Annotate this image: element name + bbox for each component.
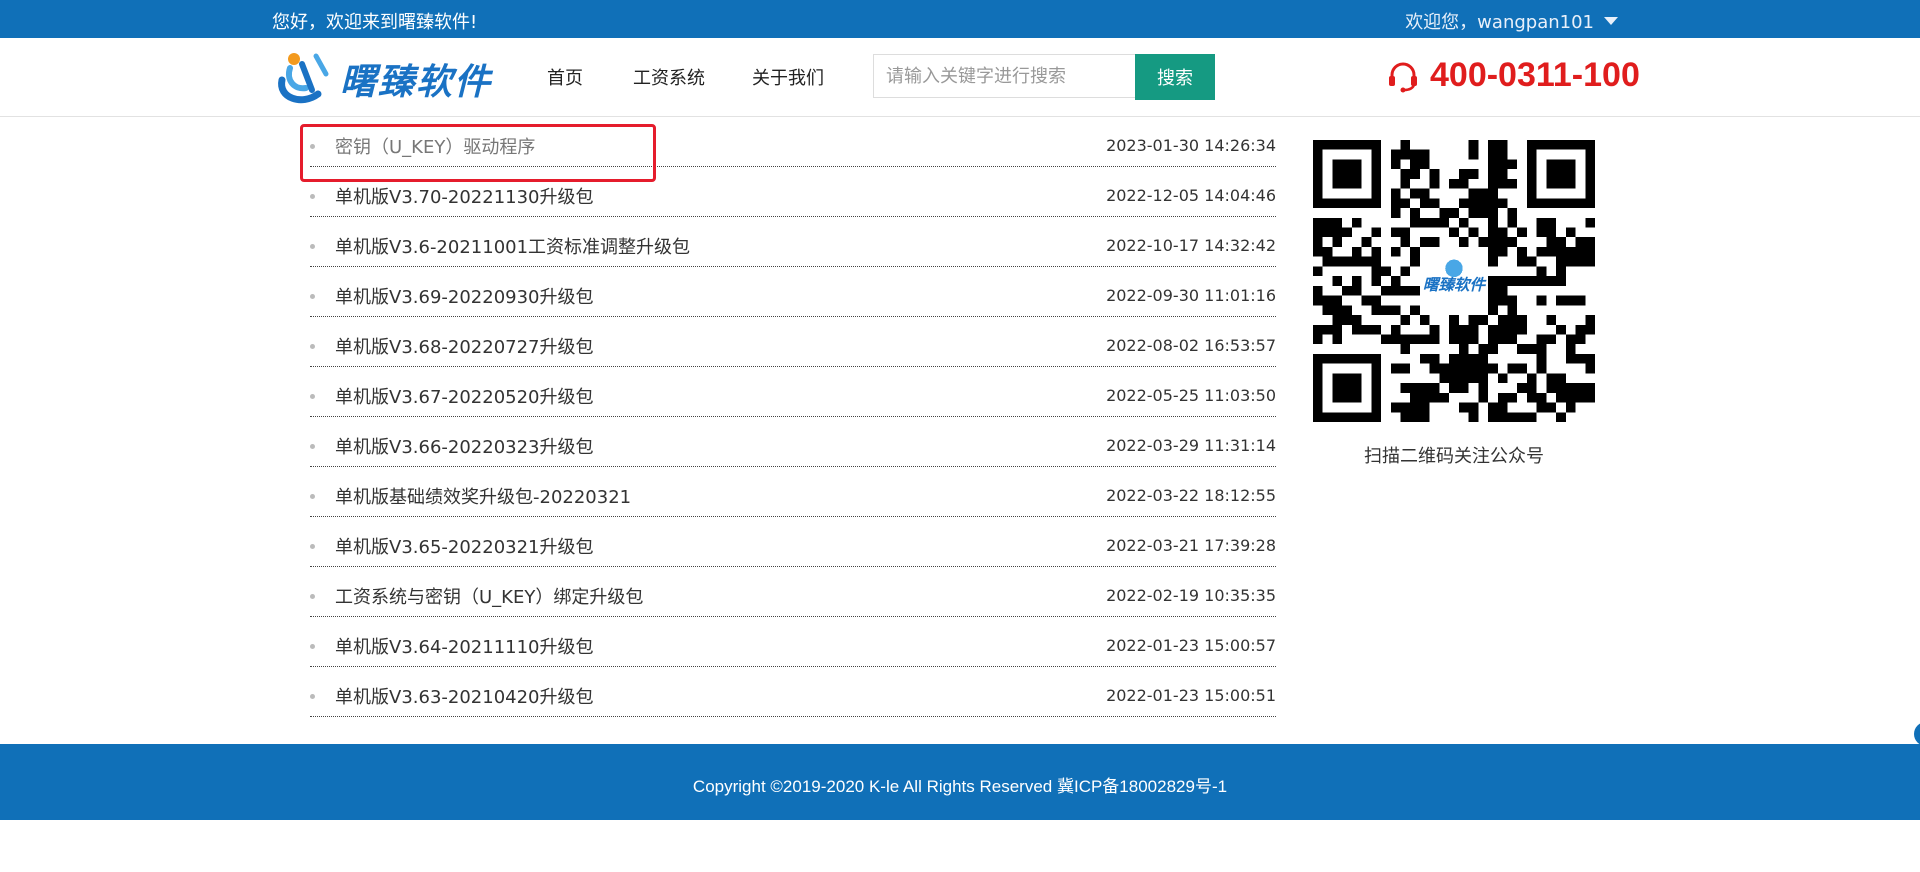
bullet-icon [310,294,315,299]
bullet-icon [310,144,315,149]
publish-date: 2023-01-30 14:26:34 [1106,136,1276,155]
publish-date: 2022-10-17 14:32:42 [1106,236,1276,255]
list-item[interactable]: 单机版基础绩效奖升级包-20220321 2022-03-22 18:12:55 [310,467,1276,517]
search-button[interactable]: 搜索 [1135,54,1215,100]
qr-code: 曙臻软件 [1313,140,1595,422]
download-title[interactable]: 单机版V3.65-20220321升级包 [335,533,594,559]
bullet-icon [310,444,315,449]
phone-number: 400-0311-100 [1430,56,1640,94]
download-title[interactable]: 单机版V3.66-20220323升级包 [335,433,594,459]
publish-date: 2022-08-02 16:53:57 [1106,336,1276,355]
bullet-icon [310,394,315,399]
download-title[interactable]: 工资系统与密钥（U_KEY）绑定升级包 [335,583,643,609]
download-list: 密钥（U_KEY）驱动程序 2023-01-30 14:26:34 单机版V3.70… [310,117,1276,717]
copyright-text: Copyright ©2019-2020 K-le All Rights Res… [692,777,1228,796]
download-title[interactable]: 单机版V3.70-20221130升级包 [335,183,594,209]
list-item[interactable]: 单机版V3.6-20211001工资标准调整升级包 2022-10-17 14:3… [310,217,1276,267]
logo-mark-icon [278,53,329,104]
bullet-icon [310,694,315,699]
list-item[interactable]: 单机版V3.68-20220727升级包 2022-08-02 16:53:57 [310,317,1276,367]
publish-date: 2022-03-29 11:31:14 [1106,436,1276,455]
list-item[interactable]: 单机版V3.66-20220323升级包 2022-03-29 11:31:14 [310,417,1276,467]
bullet-icon [310,594,315,599]
nav-about-us[interactable]: 关于我们 [752,64,824,90]
publish-date: 2022-02-19 10:35:35 [1106,586,1276,605]
publish-date: 2022-09-30 11:01:16 [1106,286,1276,305]
list-item[interactable]: 单机版V3.67-20220520升级包 2022-05-25 11:03:50 [310,367,1276,417]
user-menu[interactable]: 欢迎您，wangpan101 [1405,8,1618,34]
bullet-icon [310,244,315,249]
bullet-icon [310,194,315,199]
list-item[interactable]: 单机版V3.65-20220321升级包 2022-03-21 17:39:28 [310,517,1276,567]
list-item[interactable]: 单机版V3.69-20220930升级包 2022-09-30 11:01:16 [310,267,1276,317]
bullet-icon [310,644,315,649]
download-title[interactable]: 单机版V3.67-20220520升级包 [335,383,594,409]
bullet-icon [310,544,315,549]
download-title[interactable]: 单机版V3.63-20210420升级包 [335,683,594,709]
logo-text: 曙臻软件 [340,62,493,103]
publish-date: 2022-01-23 15:00:57 [1106,636,1276,655]
bullet-icon [310,344,315,349]
site-logo[interactable]: 曙臻软件 [272,50,492,108]
list-item[interactable]: 单机版V3.63-20210420升级包 2022-01-23 15:00:51 [310,667,1276,717]
floating-tab[interactable] [1914,722,1920,746]
chevron-down-icon [1604,17,1618,25]
download-title[interactable]: 单机版基础绩效奖升级包-20220321 [335,483,631,509]
hotline: 400-0311-100 [1386,56,1640,95]
list-item[interactable]: 单机版V3.64-20211110升级包 2022-01-23 15:00:57 [310,617,1276,667]
publish-date: 2022-03-21 17:39:28 [1106,536,1276,555]
publish-date: 2022-12-05 14:04:46 [1106,186,1276,205]
download-title[interactable]: 密钥（U_KEY）驱动程序 [335,133,535,159]
user-label: 欢迎您，wangpan101 [1405,12,1594,33]
download-title[interactable]: 单机版V3.6-20211001工资标准调整升级包 [335,233,690,259]
download-title[interactable]: 单机版V3.68-20220727升级包 [335,333,594,359]
site-header: 曙臻软件 首页 工资系统 关于我们 搜索 400-0311-100 [0,38,1920,117]
search-input[interactable] [873,54,1141,98]
headset-icon [1389,62,1417,92]
list-item[interactable]: 工资系统与密钥（U_KEY）绑定升级包 2022-02-19 10:35:35 [310,567,1276,617]
site-footer: Copyright ©2019-2020 K-le All Rights Res… [0,744,1920,820]
publish-date: 2022-01-23 15:00:51 [1106,686,1276,705]
publish-date: 2022-05-25 11:03:50 [1106,386,1276,405]
nav-home[interactable]: 首页 [547,64,583,90]
list-item[interactable]: 单机版V3.70-20221130升级包 2022-12-05 14:04:46 [310,167,1276,217]
nav-payroll-system[interactable]: 工资系统 [633,64,705,90]
qr-center-logo: 曙臻软件 [1423,276,1487,294]
top-bar: 您好，欢迎来到曙臻软件! 欢迎您，wangpan101 [0,0,1920,38]
welcome-text: 您好，欢迎来到曙臻软件! [272,12,478,33]
bullet-icon [310,494,315,499]
download-title[interactable]: 单机版V3.69-20220930升级包 [335,283,594,309]
list-item[interactable]: 密钥（U_KEY）驱动程序 2023-01-30 14:26:34 [310,117,1276,167]
download-title[interactable]: 单机版V3.64-20211110升级包 [335,633,594,659]
qr-caption: 扫描二维码关注公众号 [1364,446,1544,467]
publish-date: 2022-03-22 18:12:55 [1106,486,1276,505]
